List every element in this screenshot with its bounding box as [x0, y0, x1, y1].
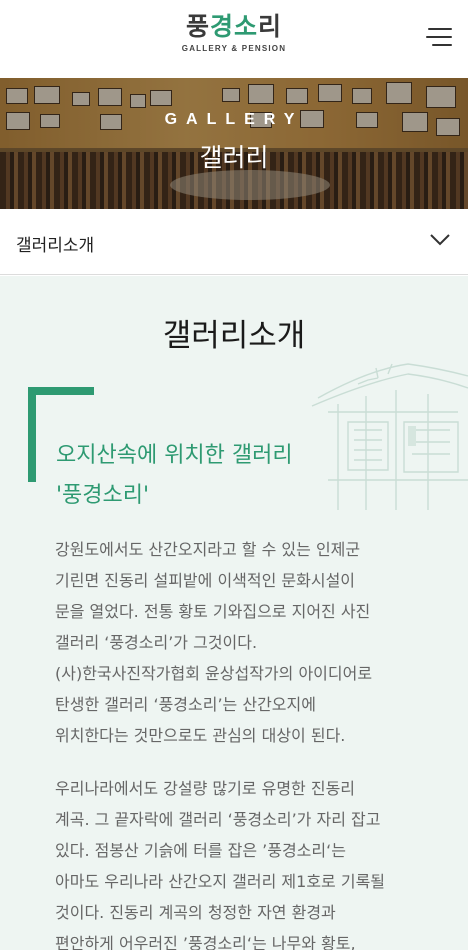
intro-paragraph-1: 강원도에서도 산간오지라고 할 수 있는 인제군 기린면 진동리 설피밭에 이색… [55, 540, 373, 745]
hero-title-ko: 갤러리 [199, 143, 269, 172]
intro-paragraph-2: 우리나라에서도 강설량 많기로 유명한 진동리 계곡. 그 끝자락에 갤러리 ‘… [55, 779, 386, 950]
site-header: 풍경소리 GALLERY & PENSION [0, 0, 468, 78]
site-logo[interactable]: 풍경소리 GALLERY & PENSION [0, 12, 468, 53]
page-title: 갤러리소개 [162, 318, 306, 354]
chevron-down-icon [430, 234, 450, 246]
logo-subtitle: GALLERY & PENSION [181, 44, 287, 53]
hero-banner: GALLERY 갤러리 [0, 78, 468, 209]
section-dropdown-label: 갤러리소개 [16, 236, 95, 256]
gallery-intro-section: 갤러리소개 오지산속에 위치한 갤러리 '풍경소리' 강원도에서도 산간오지라고… [0, 276, 468, 950]
section-dropdown[interactable]: 갤러리소개 [0, 209, 468, 275]
intro-headline: 오지산속에 위치한 갤러리 '풍경소리' [56, 443, 293, 508]
logo-wordmark: 풍경소리 [185, 12, 283, 41]
hamburger-menu-icon[interactable] [426, 28, 452, 48]
hero-title-en: GALLERY [164, 111, 304, 128]
